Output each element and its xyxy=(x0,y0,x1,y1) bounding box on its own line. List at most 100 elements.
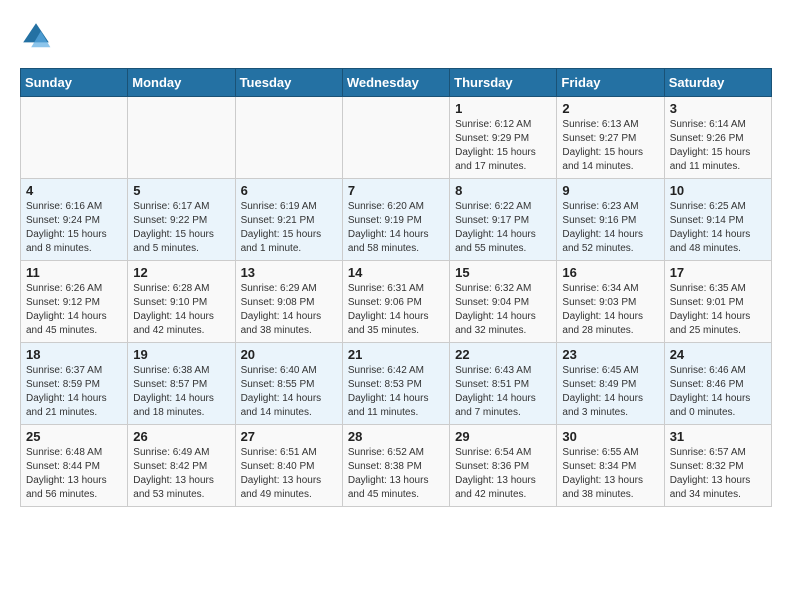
calendar-cell: 6 Sunrise: 6:19 AM Sunset: 9:21 PM Daylig… xyxy=(235,179,342,261)
day-number: 13 xyxy=(241,265,337,280)
cell-content: Sunrise: 6:48 AM Sunset: 8:44 PM Dayligh… xyxy=(26,446,122,502)
day-number: 28 xyxy=(348,429,444,444)
day-number: 8 xyxy=(455,183,551,198)
cell-content: Sunrise: 6:34 AM Sunset: 9:03 PM Dayligh… xyxy=(562,282,658,338)
cell-content: Sunrise: 6:29 AM Sunset: 9:08 PM Dayligh… xyxy=(241,282,337,338)
cell-content: Sunrise: 6:23 AM Sunset: 9:16 PM Dayligh… xyxy=(562,200,658,256)
calendar-week-row: 1 Sunrise: 6:12 AM Sunset: 9:29 PM Daylig… xyxy=(21,97,772,179)
cell-content: Sunrise: 6:52 AM Sunset: 8:38 PM Dayligh… xyxy=(348,446,444,502)
calendar-cell: 8Sunrise: 6:22 AM Sunset: 9:17 PM Daylig… xyxy=(450,179,557,261)
day-number: 6 xyxy=(241,183,337,198)
weekday-header-monday: Monday xyxy=(128,69,235,97)
calendar-week-row: 11 Sunrise: 6:26 AM Sunset: 9:12 PM Dayli… xyxy=(21,261,772,343)
calendar-cell: 27Sunrise: 6:51 AM Sunset: 8:40 PM Dayli… xyxy=(235,425,342,507)
day-number: 7 xyxy=(348,183,444,198)
calendar-cell: 3 Sunrise: 6:14 AM Sunset: 9:26 PM Daylig… xyxy=(664,97,771,179)
calendar-cell: 26 Sunrise: 6:49 AM Sunset: 8:42 PM Dayli… xyxy=(128,425,235,507)
calendar-cell: 24 Sunrise: 6:46 AM Sunset: 8:46 PM Dayli… xyxy=(664,343,771,425)
page-header xyxy=(20,20,772,52)
day-number: 15 xyxy=(455,265,551,280)
calendar-cell: 13 Sunrise: 6:29 AM Sunset: 9:08 PM Dayli… xyxy=(235,261,342,343)
weekday-header-tuesday: Tuesday xyxy=(235,69,342,97)
day-number: 24 xyxy=(670,347,766,362)
day-number: 17 xyxy=(670,265,766,280)
weekday-header-wednesday: Wednesday xyxy=(342,69,449,97)
cell-content: Sunrise: 6:42 AM Sunset: 8:53 PM Dayligh… xyxy=(348,364,444,420)
cell-content: Sunrise: 6:28 AM Sunset: 9:10 PM Dayligh… xyxy=(133,282,229,338)
day-number: 18 xyxy=(26,347,122,362)
day-number: 20 xyxy=(241,347,337,362)
day-number: 21 xyxy=(348,347,444,362)
cell-content: Sunrise: 6:37 AM Sunset: 8:59 PM Dayligh… xyxy=(26,364,122,420)
cell-content: Sunrise: 6:57 AM Sunset: 8:32 PM Dayligh… xyxy=(670,446,766,502)
calendar-cell: 1 Sunrise: 6:12 AM Sunset: 9:29 PM Daylig… xyxy=(450,97,557,179)
calendar-week-row: 18 Sunrise: 6:37 AM Sunset: 8:59 PM Dayli… xyxy=(21,343,772,425)
day-number: 25 xyxy=(26,429,122,444)
calendar-cell: 15 Sunrise: 6:32 AM Sunset: 9:04 PM Dayli… xyxy=(450,261,557,343)
cell-content: Sunrise: 6:19 AM Sunset: 9:21 PM Dayligh… xyxy=(241,200,337,256)
weekday-header-thursday: Thursday xyxy=(450,69,557,97)
calendar-cell: 14 Sunrise: 6:31 AM Sunset: 9:06 PM Dayli… xyxy=(342,261,449,343)
day-number: 1 xyxy=(455,101,551,116)
cell-content: Sunrise: 6:45 AM Sunset: 8:49 PM Dayligh… xyxy=(562,364,658,420)
calendar-cell: 5 Sunrise: 6:17 AM Sunset: 9:22 PM Daylig… xyxy=(128,179,235,261)
day-number: 2 xyxy=(562,101,658,116)
calendar-cell: 2 Sunrise: 6:13 AM Sunset: 9:27 PM Daylig… xyxy=(557,97,664,179)
cell-content: Sunrise: 6:26 AM Sunset: 9:12 PM Dayligh… xyxy=(26,282,122,338)
cell-content: Sunrise: 6:35 AM Sunset: 9:01 PM Dayligh… xyxy=(670,282,766,338)
day-number: 9 xyxy=(562,183,658,198)
calendar-cell: 4Sunrise: 6:16 AM Sunset: 9:24 PM Daylig… xyxy=(21,179,128,261)
calendar-cell: 12 Sunrise: 6:28 AM Sunset: 9:10 PM Dayli… xyxy=(128,261,235,343)
cell-content: Sunrise: 6:17 AM Sunset: 9:22 PM Dayligh… xyxy=(133,200,229,256)
day-number: 29 xyxy=(455,429,551,444)
cell-content: Sunrise: 6:46 AM Sunset: 8:46 PM Dayligh… xyxy=(670,364,766,420)
cell-content: Sunrise: 6:12 AM Sunset: 9:29 PM Dayligh… xyxy=(455,118,551,174)
calendar-cell: 19 Sunrise: 6:38 AM Sunset: 8:57 PM Dayli… xyxy=(128,343,235,425)
day-number: 16 xyxy=(562,265,658,280)
day-number: 30 xyxy=(562,429,658,444)
day-number: 31 xyxy=(670,429,766,444)
cell-content: Sunrise: 6:16 AM Sunset: 9:24 PM Dayligh… xyxy=(26,200,122,256)
calendar-week-row: 4Sunrise: 6:16 AM Sunset: 9:24 PM Daylig… xyxy=(21,179,772,261)
calendar-cell: 11 Sunrise: 6:26 AM Sunset: 9:12 PM Dayli… xyxy=(21,261,128,343)
calendar-cell xyxy=(342,97,449,179)
cell-content: Sunrise: 6:14 AM Sunset: 9:26 PM Dayligh… xyxy=(670,118,766,174)
calendar-cell: 7 Sunrise: 6:20 AM Sunset: 9:19 PM Daylig… xyxy=(342,179,449,261)
calendar-cell: 9 Sunrise: 6:23 AM Sunset: 9:16 PM Daylig… xyxy=(557,179,664,261)
calendar-cell: 17 Sunrise: 6:35 AM Sunset: 9:01 PM Dayli… xyxy=(664,261,771,343)
calendar-cell xyxy=(128,97,235,179)
calendar-cell: 30 Sunrise: 6:55 AM Sunset: 8:34 PM Dayli… xyxy=(557,425,664,507)
calendar-cell: 20 Sunrise: 6:40 AM Sunset: 8:55 PM Dayli… xyxy=(235,343,342,425)
cell-content: Sunrise: 6:13 AM Sunset: 9:27 PM Dayligh… xyxy=(562,118,658,174)
day-number: 5 xyxy=(133,183,229,198)
day-number: 19 xyxy=(133,347,229,362)
cell-content: Sunrise: 6:38 AM Sunset: 8:57 PM Dayligh… xyxy=(133,364,229,420)
cell-content: Sunrise: 6:55 AM Sunset: 8:34 PM Dayligh… xyxy=(562,446,658,502)
weekday-header-saturday: Saturday xyxy=(664,69,771,97)
day-number: 11 xyxy=(26,265,122,280)
cell-content: Sunrise: 6:31 AM Sunset: 9:06 PM Dayligh… xyxy=(348,282,444,338)
day-number: 3 xyxy=(670,101,766,116)
day-number: 23 xyxy=(562,347,658,362)
cell-content: Sunrise: 6:25 AM Sunset: 9:14 PM Dayligh… xyxy=(670,200,766,256)
calendar-cell xyxy=(235,97,342,179)
logo-icon xyxy=(20,20,52,52)
calendar-cell: 28 Sunrise: 6:52 AM Sunset: 8:38 PM Dayli… xyxy=(342,425,449,507)
calendar-cell xyxy=(21,97,128,179)
cell-content: Sunrise: 6:20 AM Sunset: 9:19 PM Dayligh… xyxy=(348,200,444,256)
calendar-cell: 31 Sunrise: 6:57 AM Sunset: 8:32 PM Dayli… xyxy=(664,425,771,507)
calendar-cell: 23 Sunrise: 6:45 AM Sunset: 8:49 PM Dayli… xyxy=(557,343,664,425)
day-number: 26 xyxy=(133,429,229,444)
cell-content: Sunrise: 6:49 AM Sunset: 8:42 PM Dayligh… xyxy=(133,446,229,502)
cell-content: Sunrise: 6:51 AM Sunset: 8:40 PM Dayligh… xyxy=(241,446,337,502)
weekday-header-sunday: Sunday xyxy=(21,69,128,97)
cell-content: Sunrise: 6:54 AM Sunset: 8:36 PM Dayligh… xyxy=(455,446,551,502)
day-number: 12 xyxy=(133,265,229,280)
weekday-header-row: SundayMondayTuesdayWednesdayThursdayFrid… xyxy=(21,69,772,97)
cell-content: Sunrise: 6:32 AM Sunset: 9:04 PM Dayligh… xyxy=(455,282,551,338)
calendar-cell: 21 Sunrise: 6:42 AM Sunset: 8:53 PM Dayli… xyxy=(342,343,449,425)
calendar-cell: 16 Sunrise: 6:34 AM Sunset: 9:03 PM Dayli… xyxy=(557,261,664,343)
day-number: 14 xyxy=(348,265,444,280)
day-number: 22 xyxy=(455,347,551,362)
cell-content: Sunrise: 6:40 AM Sunset: 8:55 PM Dayligh… xyxy=(241,364,337,420)
